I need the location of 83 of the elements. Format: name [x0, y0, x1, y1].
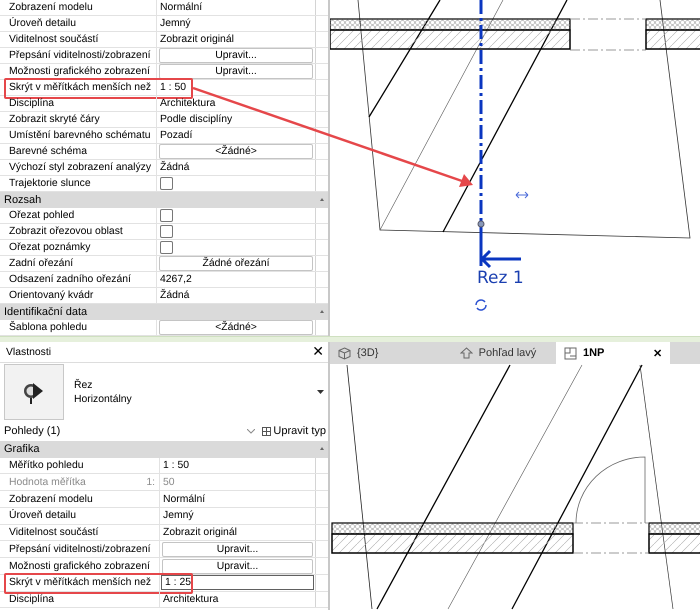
type-selector[interactable]: Řez Horizontálny [0, 363, 328, 421]
property-value: Jemný [162, 510, 194, 522]
property-value: Zobrazit originál [162, 527, 237, 538]
group-header[interactable]: Grafika [0, 441, 328, 458]
view-tab[interactable]: {3D} [330, 342, 440, 364]
property-label: Přepsání viditelnosti/zobrazení [9, 50, 151, 61]
type-name: Řez [74, 380, 94, 390]
panel-title: Vlastnosti [6, 346, 52, 358]
cube-icon [338, 346, 351, 360]
plan-icon [564, 346, 577, 360]
property-value: Žádná [159, 290, 190, 301]
property-label: Umístění barevného schématu [9, 130, 151, 141]
group-header[interactable]: Rozsah [0, 192, 328, 208]
section-line[interactable] [478, 0, 522, 268]
property-label: Disciplína [9, 98, 54, 109]
property-value: Pozadí [159, 130, 192, 141]
property-value: Zobrazit originál [159, 34, 234, 45]
property-label: Zadní ořezání [9, 258, 74, 269]
dropdown-icon [317, 390, 324, 394]
property-label: Zobrazit ořezovou oblast [9, 226, 123, 237]
property-label: Skrýt v měřítkách menších než [9, 577, 152, 588]
value-button[interactable]: Žádné ořezání [159, 256, 313, 271]
property-label: Viditelnost součástí [9, 34, 98, 45]
property-label: Měřítko pohledu [9, 460, 84, 472]
property-value: 1 : 50 [159, 82, 186, 93]
property-label: Možnosti grafického zobrazení [9, 66, 150, 77]
chevron-icon [247, 428, 256, 434]
type-subname: Horizontálny [74, 394, 133, 404]
collapse-icon [320, 447, 324, 452]
property-value: Normální [159, 2, 202, 13]
value-button[interactable]: <Žádné> [159, 144, 313, 159]
property-value: 50 [162, 476, 175, 488]
property-value: 4267,2 [159, 274, 192, 285]
grid-icon [262, 426, 272, 436]
property-value: Jemný [159, 18, 191, 29]
property-value: Architektura [159, 98, 216, 109]
property-label: Barevné schéma [9, 146, 87, 157]
property-value: 1 : 50 [162, 460, 189, 472]
property-label: 1: [146, 476, 155, 488]
property-value: Normální [162, 494, 206, 505]
value-button[interactable]: Upravit... [162, 558, 313, 574]
property-value: Architektura [162, 594, 218, 605]
property-label: Ořezat pohled [9, 210, 74, 221]
checkbox[interactable] [160, 225, 173, 238]
property-label: Trajektorie slunce [9, 178, 91, 189]
property-label: Úroveň detailu [9, 18, 76, 29]
checkbox[interactable] [160, 209, 173, 222]
value-button[interactable]: <Žádné> [159, 320, 313, 335]
view-tab[interactable]: Pohľad lavý [440, 342, 556, 364]
edit-type-button[interactable]: Upravit typ [262, 425, 326, 437]
value-button[interactable]: Upravit... [159, 64, 313, 79]
rotate-icon[interactable] [475, 299, 487, 311]
property-label: Úroveň detailu [9, 510, 76, 522]
property-value: Žádná [159, 162, 190, 173]
group-header[interactable]: Identifikační data [0, 304, 328, 320]
property-label: Možnosti grafického zobrazení [9, 560, 150, 572]
flip-icon[interactable] [516, 192, 528, 198]
property-label: Disciplína [9, 594, 54, 605]
close-button[interactable]: ✕ [312, 344, 324, 360]
property-label: Odsazení zadního ořezání [9, 274, 131, 285]
property-label: Ořezat poznámky [9, 242, 90, 253]
property-label: Zobrazení modelu [9, 494, 93, 505]
collapse-icon [320, 198, 324, 202]
value-field[interactable]: 1 : 25 [161, 575, 314, 590]
property-label: Hodnota měřítka [9, 476, 86, 488]
close-icon[interactable]: ✕ [653, 346, 662, 360]
property-label: Zobrazení modelu [9, 2, 93, 13]
property-label: Skrýt v měřítkách menších než [9, 82, 152, 93]
property-label: Výchozí styl zobrazení analýzy [9, 162, 152, 173]
view-tab[interactable]: 1NP ✕ [556, 342, 670, 364]
property-label: Viditelnost součástí [9, 527, 98, 538]
value-button[interactable]: Upravit... [162, 542, 313, 557]
property-label: Orientovaný kvádr [9, 290, 94, 301]
property-label: Přepsání viditelnosti/zobrazení [9, 544, 151, 555]
collapse-icon [320, 310, 324, 314]
property-value: Podle disciplíny [159, 114, 232, 125]
house-icon [460, 347, 473, 359]
checkbox[interactable] [160, 241, 173, 254]
value-button[interactable]: Upravit... [159, 48, 313, 63]
property-label: Šablona pohledu [9, 322, 88, 333]
section-label: Rez 1 [477, 268, 524, 288]
checkbox[interactable] [160, 177, 173, 190]
property-label: Zobrazit skryté čáry [9, 114, 100, 125]
